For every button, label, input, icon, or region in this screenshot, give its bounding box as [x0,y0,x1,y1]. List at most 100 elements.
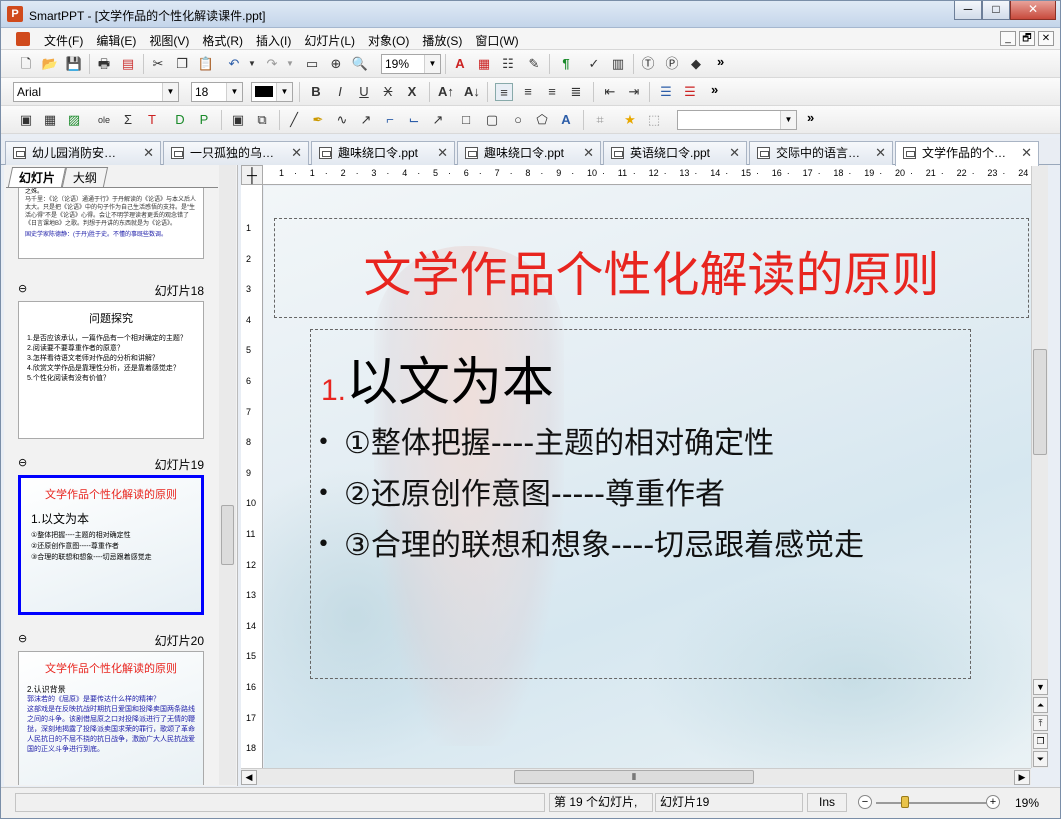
doc-tab[interactable]: 趣味绕口令.ppt ✕ [457,141,601,165]
numbered-list-icon[interactable]: ☰ [681,83,699,101]
open-folder-icon[interactable]: 📂 [41,55,59,73]
arrow-connector-icon[interactable]: ↗ [429,111,447,129]
equation-icon[interactable]: Σ [119,111,137,129]
scroll-right-icon[interactable]: ▶ [1014,770,1030,785]
menu-window[interactable]: 窗口(W) [470,32,523,49]
insert-chart-icon[interactable]: ▦ [475,55,493,73]
paragraph-mark-icon[interactable]: ¶ [557,55,575,73]
doc-tab[interactable]: 一只孤独的乌… ✕ [163,141,309,165]
increase-indent-icon[interactable]: ⇥ [625,83,643,101]
document-menu-icon[interactable] [16,32,30,46]
star-icon[interactable]: ★ [621,111,639,129]
connector-icon[interactable]: ⌐ [381,111,399,129]
restore-view-icon[interactable]: ❐ [1033,733,1048,749]
title-placeholder[interactable]: 文学作品个性化解读的原则 [274,218,1029,318]
align-left-icon[interactable]: ≡ [495,83,513,101]
zoom-in-button[interactable]: + [986,795,1000,809]
word-art-icon[interactable]: A [557,111,575,129]
mdi-restore-button[interactable]: 🗗 [1019,31,1035,46]
more-tools-icon[interactable]: » [717,54,724,69]
doc-tab[interactable]: 趣味绕口令.ppt ✕ [311,141,455,165]
menu-slide[interactable]: 幻灯片(L) [299,32,360,49]
menu-view[interactable]: 视图(V) [144,32,194,49]
horizontal-scrollbar[interactable]: ◀ ⦀ ▶ [241,768,1031,785]
undo-icon[interactable]: ↶ [225,55,243,73]
doc-tab[interactable]: 英语绕口令.ppt ✕ [603,141,747,165]
spell-check-icon[interactable]: ✓ [585,55,603,73]
undo-dropdown-icon[interactable]: ▼ [243,55,261,73]
align-center-icon[interactable]: ≡ [519,83,537,101]
close-icon[interactable]: ✕ [729,142,740,164]
new-document-icon[interactable]: 🗋 [17,55,35,73]
scroll-down-icon[interactable]: ▼ [1033,679,1048,695]
redo-icon[interactable]: ↷ [263,55,281,73]
insert-date-icon[interactable]: D [171,111,189,129]
preview-icon[interactable]: Ⓟ [663,55,681,73]
slide-thumbnail-20[interactable]: 文学作品个性化解读的原则 2.认识背景 郭沫若的《屈原》是要传达什么样的精神？ … [18,651,204,785]
arrow-icon[interactable]: ↗ [357,111,375,129]
table-icon[interactable]: ▦ [41,111,59,129]
chevron-down-icon[interactable]: ▼ [780,111,796,129]
previous-slide-icon[interactable]: ⏶ [1033,697,1048,713]
zoom-select[interactable]: 19% ▼ [381,54,441,74]
clear-format-icon[interactable]: X [403,83,421,101]
grow-font-icon[interactable]: A↑ [437,83,455,101]
align-right-icon[interactable]: ≡ [543,83,561,101]
export-pdf-icon[interactable]: ▤ [119,55,137,73]
menu-edit[interactable]: 编辑(E) [91,32,141,49]
slide-size-icon[interactable]: ▭ [303,55,321,73]
menu-insert[interactable]: 插入(I) [251,32,296,49]
close-icon[interactable]: ✕ [291,142,302,164]
template-icon[interactable]: Ⓣ [639,55,657,73]
copy-icon[interactable]: ❐ [173,55,191,73]
zoom-out-button[interactable]: − [858,795,872,809]
more-format-icon[interactable]: » [711,82,718,97]
zoom-slider-track[interactable] [876,802,986,804]
tab-slides[interactable]: 幻灯片 [7,167,67,187]
close-icon[interactable]: ✕ [437,142,448,164]
shapes-icon[interactable]: ⬠ [533,111,551,129]
strikethrough-icon[interactable]: X [379,83,397,101]
magnifier-icon[interactable]: 🔍 [351,55,369,73]
menu-format[interactable]: 格式(R) [197,32,248,49]
content-placeholder[interactable]: 1.以文为本 • ①整体把握----主题的相对确定性 • ②还原创作意图-----尊… [310,329,971,679]
group-icon[interactable]: ▣ [229,111,247,129]
font-family-select[interactable]: Arial ▼ [13,82,179,102]
slide-canvas[interactable]: 文学作品个性化解读的原则 1.以文为本 • ①整体把握----主题的相对确定性 •… [264,186,1031,768]
select-tool-icon[interactable]: ⬚ [645,111,663,129]
style-select[interactable]: ▼ [677,110,797,130]
scrollbar-thumb[interactable] [1033,349,1047,455]
mdi-minimize-button[interactable]: _ [1000,31,1016,46]
cut-icon[interactable]: ✂ [149,55,167,73]
slide-thumbnail-19-selected[interactable]: 文学作品个性化解读的原则 1.以文为本 ①整体把握----主题的相对确定性 ②还… [18,475,204,615]
shrink-font-icon[interactable]: A↓ [463,83,481,101]
insert-text-icon[interactable]: T [143,111,161,129]
redo-dropdown-icon[interactable]: ▼ [281,55,299,73]
menu-play[interactable]: 播放(S) [417,32,467,49]
rounded-rectangle-icon[interactable]: ▢ [483,111,501,129]
crop-icon[interactable]: ⌗ [591,111,609,129]
chevron-down-icon[interactable]: ▼ [226,83,242,101]
thumbnail-scrollbar[interactable] [219,165,236,785]
status-insert-mode[interactable]: Ins [807,793,847,812]
mdi-close-button[interactable]: ✕ [1038,31,1054,46]
insert-table-icon[interactable]: ☷ [499,55,517,73]
slide-thumbnail-18[interactable]: 问题探究 1.是否应该承认，一篇作品有一个相对确定的主题？ 2.阅读要不要尊重作… [18,301,204,439]
pen-icon[interactable]: ✒ [309,111,327,129]
paste-icon[interactable]: 📋 [197,55,215,73]
vertical-scrollbar[interactable]: ▼ ⏶ ⤒ ❐ ⏷ [1031,165,1048,768]
menu-file[interactable]: 文件(F) [39,32,88,49]
rectangle-icon[interactable]: □ [457,111,475,129]
line-icon[interactable]: ╱ [285,111,303,129]
close-button[interactable]: ✕ [1010,1,1056,20]
first-slide-icon[interactable]: ⤒ [1033,715,1048,731]
menu-object[interactable]: 对象(O) [363,32,414,49]
chevron-down-icon[interactable]: ▼ [276,83,292,101]
format-painter-icon[interactable]: ✎ [525,55,543,73]
close-icon[interactable]: ✕ [143,142,154,164]
font-size-select[interactable]: 18 ▼ [191,82,243,102]
text-box-icon[interactable]: ▣ [17,111,35,129]
font-color-select[interactable]: ▼ [251,82,293,102]
decrease-indent-icon[interactable]: ⇤ [601,83,619,101]
zoom-area-icon[interactable]: ⊕ [327,55,345,73]
